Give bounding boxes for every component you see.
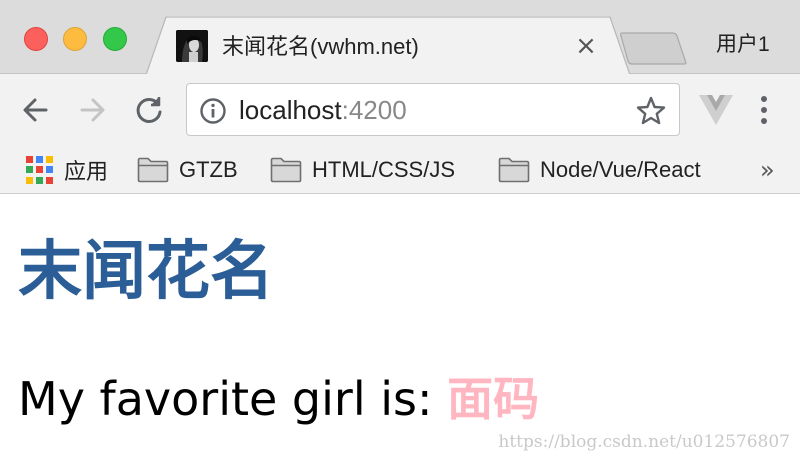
address-bar[interactable]: localhost:4200 [186,83,680,136]
tab-strip: 末闻花名(vwhm.net) × 用户1 [0,0,800,75]
back-arrow-icon[interactable] [18,92,54,128]
info-icon[interactable] [199,97,227,125]
url-port: :4200 [341,95,407,125]
vue-devtools-extension-icon[interactable] [697,92,735,128]
tab-title: 末闻花名(vwhm.net) [222,34,419,59]
browser-menu-icon[interactable] [752,91,776,129]
bookmark-label: GTZB [179,157,238,182]
browser-toolbar: localhost:4200 [0,74,800,146]
bookmark-folder-gtzb[interactable]: GTZB [137,152,238,188]
bookmark-folder-node-vue-react[interactable]: Node/Vue/React [498,152,701,188]
window-minimize-button[interactable] [63,27,87,51]
window-close-button[interactable] [24,27,48,51]
tab-favicon-icon [176,30,208,62]
favorite-girl-line: My favorite girl is: 面码 [18,376,539,422]
page-heading: 末闻花名 [18,235,274,309]
folder-icon [137,157,169,183]
bookmark-star-icon[interactable] [635,95,667,127]
forward-arrow-icon[interactable] [74,92,110,128]
bookmark-label: 应用 [64,159,109,184]
profile-name[interactable]: 用户1 [716,28,770,58]
reload-icon[interactable] [131,92,167,128]
folder-icon [270,157,302,183]
bookmarks-overflow-chevron-icon[interactable]: » [760,156,775,184]
watermark-text: https://blog.csdn.net/u012576807 [498,432,790,452]
window-maximize-button[interactable] [103,27,127,51]
bookmark-apps[interactable]: 应用 [26,152,108,188]
bookmark-folder-html-css-js[interactable]: HTML/CSS/JS [270,152,455,188]
favorite-girl-name: 面码 [447,372,540,426]
bookmark-label: Node/Vue/React [540,157,701,182]
url-text[interactable]: localhost:4200 [239,95,407,126]
apps-grid-icon [26,156,54,184]
url-host: localhost [239,95,342,125]
favorite-girl-prefix: My favorite girl is: [18,372,448,426]
bookmarks-bar: 应用 GTZB HTML/CSS/JS Node/Vue/React » [0,146,800,194]
new-tab-button[interactable] [620,32,688,65]
folder-icon [498,157,530,183]
bookmark-label: HTML/CSS/JS [312,157,456,182]
tab-close-icon[interactable]: × [573,33,599,59]
